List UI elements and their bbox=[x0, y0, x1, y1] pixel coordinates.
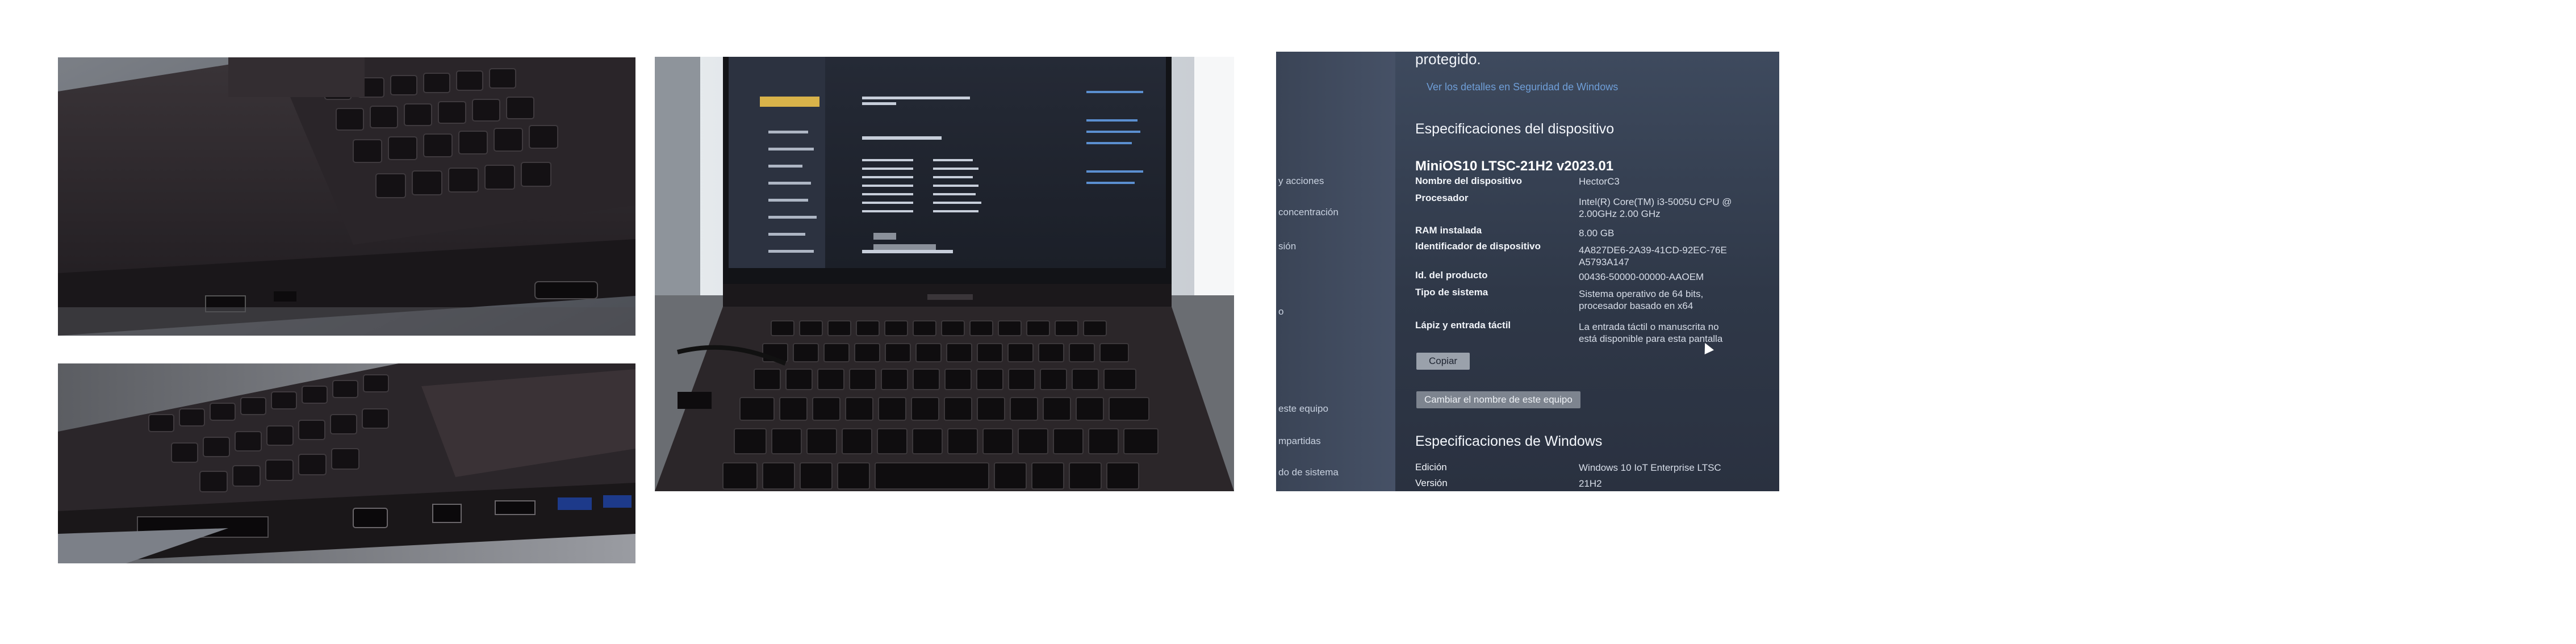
windows-value: 21H2 bbox=[1579, 478, 1602, 489]
spec-label: Id. del producto bbox=[1415, 270, 1488, 281]
laptop-left-side-image bbox=[58, 57, 635, 336]
windows-label: Edición bbox=[1415, 462, 1447, 472]
sidebar-item: do de sistema bbox=[1278, 467, 1339, 478]
device-specs-heading: Especificaciones del dispositivo bbox=[1415, 121, 1615, 137]
spec-value: HectorC3 bbox=[1579, 176, 1620, 187]
protected-text: protegido. bbox=[1415, 52, 1481, 68]
spec-label: Tipo de sistema bbox=[1415, 287, 1488, 298]
settings-sidebar: y acciones concentración sión o este equ… bbox=[1276, 52, 1395, 491]
photo-laptop-right-side bbox=[58, 363, 635, 563]
spec-label: RAM instalada bbox=[1415, 225, 1482, 236]
sidebar-item: y acciones bbox=[1278, 175, 1324, 186]
spec-value: 8.00 GB bbox=[1579, 228, 1615, 239]
spec-label: Identificador de dispositivo bbox=[1415, 241, 1541, 252]
rename-pc-button[interactable]: Cambiar el nombre de este equipo bbox=[1416, 391, 1580, 408]
spec-value: Sistema operativo de 64 bits, procesador… bbox=[1579, 288, 1704, 311]
copy-button[interactable]: Copiar bbox=[1416, 353, 1470, 370]
laptop-open-image bbox=[655, 57, 1234, 491]
sidebar-item: o bbox=[1278, 306, 1284, 317]
windows-specs-heading: Especificaciones de Windows bbox=[1415, 433, 1603, 449]
sidebar-item: mpartidas bbox=[1278, 436, 1321, 446]
spec-label: Lápiz y entrada táctil bbox=[1415, 320, 1511, 331]
sidebar-item: este equipo bbox=[1278, 403, 1328, 414]
spec-label: Procesador bbox=[1415, 193, 1469, 203]
photo-settings-closeup: y acciones concentración sión o este equ… bbox=[1276, 52, 1779, 491]
windows-label: Versión bbox=[1415, 478, 1448, 488]
laptop-right-side-image bbox=[58, 363, 635, 563]
sidebar-item: sión bbox=[1278, 241, 1297, 252]
spec-value: La entrada táctil o manuscrita no está d… bbox=[1579, 321, 1723, 344]
settings-content: protegido. Ver los detalles en Seguridad… bbox=[1415, 52, 1779, 491]
security-link[interactable]: Ver los detalles en Seguridad de Windows bbox=[1427, 81, 1618, 93]
windows-value: Windows 10 IoT Enterprise LTSC bbox=[1579, 462, 1721, 473]
device-name: MiniOS10 LTSC-21H2 v2023.01 bbox=[1415, 158, 1614, 174]
spec-label: Nombre del dispositivo bbox=[1415, 175, 1522, 186]
photo-laptop-open bbox=[655, 57, 1234, 491]
photo-laptop-left-side bbox=[58, 57, 635, 336]
sidebar-item: concentración bbox=[1278, 207, 1339, 218]
spec-value: Intel(R) Core(TM) i3-5005U CPU @ 2.00GHz… bbox=[1579, 196, 1732, 219]
spec-value: 00436-50000-00000-AAOEM bbox=[1579, 271, 1704, 282]
spec-value: 4A827DE6-2A39-41CD-92EC-76E A5793A147 bbox=[1579, 245, 1727, 267]
